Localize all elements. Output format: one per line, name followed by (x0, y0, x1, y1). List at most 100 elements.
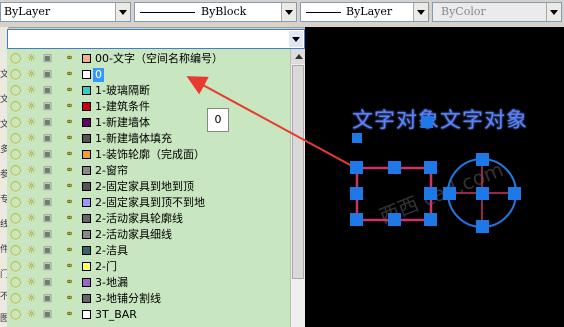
viewport-freeze-icon[interactable]: ▣ (42, 309, 53, 321)
layer-row[interactable]: ◯ ☼ ▣ ⚭ 0 (7, 67, 290, 83)
lineweight-dropdown[interactable]: ByLayer (300, 2, 429, 22)
color-dropdown[interactable]: ByLayer (0, 2, 131, 22)
lightbulb-icon[interactable]: ◯ (10, 213, 21, 225)
lightbulb-icon[interactable]: ◯ (10, 69, 21, 81)
sun-icon[interactable]: ☼ (26, 293, 37, 305)
sun-icon[interactable]: ☼ (26, 53, 37, 65)
layer-row[interactable]: ◯ ☼ ▣ ⚭ 00-文字（空间名称编号） (7, 51, 290, 67)
layer-color-swatch[interactable] (82, 294, 91, 303)
viewport-freeze-icon[interactable]: ▣ (42, 53, 53, 65)
layer-color-swatch[interactable] (82, 70, 91, 79)
layer-color-swatch[interactable] (82, 198, 91, 207)
viewport-freeze-icon[interactable]: ▣ (42, 133, 53, 145)
layer-row[interactable]: ◯ ☼ ▣ ⚭ 3T_BAR (7, 307, 290, 323)
layer-color-swatch[interactable] (82, 278, 91, 287)
unlock-icon[interactable]: ⚭ (64, 117, 75, 129)
viewport-freeze-icon[interactable]: ▣ (42, 293, 53, 305)
lightbulb-icon[interactable]: ◯ (10, 133, 21, 145)
layer-color-swatch[interactable] (82, 118, 91, 127)
viewport-freeze-icon[interactable]: ▣ (42, 149, 53, 161)
layer-color-swatch[interactable] (82, 134, 91, 143)
sun-icon[interactable]: ☼ (26, 213, 37, 225)
lightbulb-icon[interactable]: ◯ (10, 309, 21, 321)
layer-color-swatch[interactable] (82, 310, 91, 319)
viewport-freeze-icon[interactable]: ▣ (42, 197, 53, 209)
sun-icon[interactable]: ☼ (26, 229, 37, 241)
chevron-down-icon[interactable] (546, 3, 561, 21)
layer-row[interactable]: ◯ ☼ ▣ ⚭ 2-活动家具细线 (7, 227, 290, 243)
sun-icon[interactable]: ☼ (26, 261, 37, 273)
viewport-freeze-icon[interactable]: ▣ (42, 117, 53, 129)
unlock-icon[interactable]: ⚭ (64, 245, 75, 257)
scroll-thumb[interactable] (292, 65, 304, 279)
plotstyle-dropdown[interactable]: ByColor (432, 2, 562, 22)
layer-color-swatch[interactable] (82, 262, 91, 271)
layer-dropdown[interactable] (7, 29, 305, 49)
chevron-down-icon[interactable] (413, 3, 428, 21)
unlock-icon[interactable]: ⚭ (64, 277, 75, 289)
layer-color-swatch[interactable] (82, 182, 91, 191)
unlock-icon[interactable]: ⚭ (64, 181, 75, 193)
linetype-dropdown[interactable]: ByBlock (134, 2, 297, 22)
lightbulb-icon[interactable]: ◯ (10, 293, 21, 305)
layer-color-swatch[interactable] (82, 54, 91, 63)
lightbulb-icon[interactable]: ◯ (10, 53, 21, 65)
layer-list-scrollbar[interactable] (290, 49, 306, 327)
sun-icon[interactable]: ☼ (26, 85, 37, 97)
unlock-icon[interactable]: ⚭ (64, 149, 75, 161)
lightbulb-icon[interactable]: ◯ (10, 149, 21, 161)
chevron-down-icon[interactable] (281, 3, 296, 21)
chevron-down-icon[interactable] (115, 3, 130, 21)
sun-icon[interactable]: ☼ (26, 181, 37, 193)
scroll-up-icon[interactable] (291, 49, 306, 64)
layer-row[interactable]: ◯ ☼ ▣ ⚭ 2-门 (7, 259, 290, 275)
layer-row[interactable]: ◯ ☼ ▣ ⚭ 2-洁具 (7, 243, 290, 259)
layer-color-swatch[interactable] (82, 230, 91, 239)
viewport-freeze-icon[interactable]: ▣ (42, 277, 53, 289)
layer-color-swatch[interactable] (82, 86, 91, 95)
sun-icon[interactable]: ☼ (26, 245, 37, 257)
sun-icon[interactable]: ☼ (26, 309, 37, 321)
lightbulb-icon[interactable]: ◯ (10, 197, 21, 209)
cad-text-object[interactable]: 文字对象文字对象 (352, 104, 528, 134)
sun-icon[interactable]: ☼ (26, 165, 37, 177)
viewport-freeze-icon[interactable]: ▣ (42, 261, 53, 273)
layer-row[interactable]: ◯ ☼ ▣ ⚭ 2-窗帘 (7, 163, 290, 179)
layer-row[interactable]: ◯ ☼ ▣ ⚭ 1-玻璃隔断 (7, 83, 290, 99)
viewport-freeze-icon[interactable]: ▣ (42, 165, 53, 177)
viewport-freeze-icon[interactable]: ▣ (42, 181, 53, 193)
unlock-icon[interactable]: ⚭ (64, 213, 75, 225)
unlock-icon[interactable]: ⚭ (64, 197, 75, 209)
lightbulb-icon[interactable]: ◯ (10, 181, 21, 193)
lightbulb-icon[interactable]: ◯ (10, 101, 21, 113)
layer-row[interactable]: ◯ ☼ ▣ ⚭ 2-活动家具轮廓线 (7, 211, 290, 227)
layer-row[interactable]: ◯ ☼ ▣ ⚭ 1-建筑条件 (7, 99, 290, 115)
viewport-freeze-icon[interactable]: ▣ (42, 213, 53, 225)
unlock-icon[interactable]: ⚭ (64, 53, 75, 65)
unlock-icon[interactable]: ⚭ (64, 261, 75, 273)
unlock-icon[interactable]: ⚭ (64, 69, 75, 81)
layer-row[interactable]: ◯ ☼ ▣ ⚭ 2-固定家具到地到顶 (7, 179, 290, 195)
unlock-icon[interactable]: ⚭ (64, 165, 75, 177)
sun-icon[interactable]: ☼ (26, 277, 37, 289)
layer-row[interactable]: ◯ ☼ ▣ ⚭ 1-新建墙体填充 (7, 131, 290, 147)
layer-row[interactable]: ◯ ☼ ▣ ⚭ 3-地漏 (7, 275, 290, 291)
viewport-freeze-icon[interactable]: ▣ (42, 85, 53, 97)
viewport-freeze-icon[interactable]: ▣ (42, 229, 53, 241)
lightbulb-icon[interactable]: ◯ (10, 165, 21, 177)
layer-row[interactable]: ◯ ☼ ▣ ⚭ 2-固定家具到顶不到地 (7, 195, 290, 211)
layer-color-swatch[interactable] (82, 246, 91, 255)
layer-color-swatch[interactable] (82, 150, 91, 159)
sun-icon[interactable]: ☼ (26, 197, 37, 209)
unlock-icon[interactable]: ⚭ (64, 133, 75, 145)
lightbulb-icon[interactable]: ◯ (10, 117, 21, 129)
layer-row[interactable]: ◯ ☼ ▣ ⚭ 1-新建墙体 (7, 115, 290, 131)
drawing-canvas[interactable]: 文字对象文字对象 西西 cad.com (305, 27, 564, 327)
sun-icon[interactable]: ☼ (26, 69, 37, 81)
layer-row[interactable]: ◯ ☼ ▣ ⚭ 3-地铺分割线 (7, 291, 290, 307)
unlock-icon[interactable]: ⚭ (64, 293, 75, 305)
sun-icon[interactable]: ☼ (26, 149, 37, 161)
sun-icon[interactable]: ☼ (26, 117, 37, 129)
sun-icon[interactable]: ☼ (26, 133, 37, 145)
viewport-freeze-icon[interactable]: ▣ (42, 101, 53, 113)
